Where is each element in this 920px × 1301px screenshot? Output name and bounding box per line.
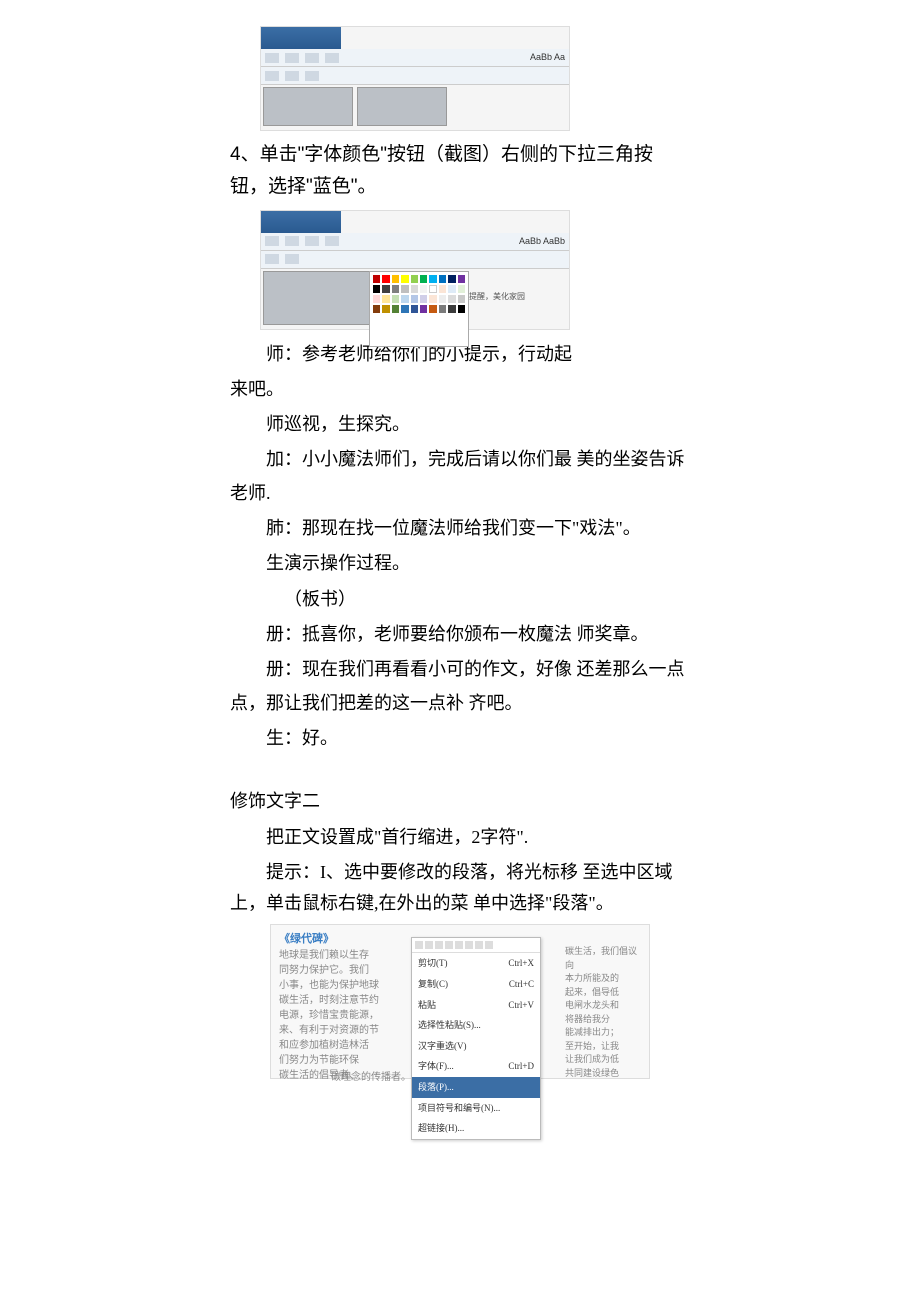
menu-item-paragraph[interactable]: 段落(P)... [412,1077,540,1098]
menu-label: 粘贴 [418,997,436,1014]
menu-item-font[interactable]: 字体(F)... Ctrl+D [412,1056,540,1077]
paragraph: （板书） [230,583,690,616]
menu-label: 超链接(H)... [418,1120,464,1137]
step-4-instruction: 4、单击"字体颜色"按钮（截图）右侧的下拉三角按钮，选择"蓝色"。 [230,139,690,204]
menu-item-cut[interactable]: 剪切(T) Ctrl+X [412,953,540,974]
ribbon-tab [261,211,341,233]
menu-item-hyperlink[interactable]: 超链接(H)... [412,1118,540,1139]
menu-item-copy[interactable]: 复制(C) Ctrl+C [412,974,540,995]
menu-shortcut: Ctrl+X [508,955,534,972]
menu-item-bullets[interactable]: 项目符号和编号(N)... [412,1098,540,1119]
toolbar-row-2 [261,251,569,269]
menu-label: 段落(P)... [418,1079,454,1096]
menu-shortcut: Ctrl+D [508,1058,534,1075]
word-screenshot-3: 《绿代碑》 地球是我们赖以生存 同努力保护它。我们 小事，也能为保护地球 碳生活… [270,924,650,1079]
toolbar-row: AaBb Aa [261,49,569,67]
toolbar-row: AaBb AaBb [261,233,569,251]
word-screenshot-1: AaBb Aa [260,26,570,131]
ss3-doc-title: 《绿代碑》 [279,933,334,945]
paragraph: 肺：那现在找一位魔法师给我们变一下"戏法"。 [230,512,690,545]
ss3-bg-text-right: 碳生活，我们倡议向 本力所能及的 起来，倡导低 电闸水龙头和 将器给我分 能减排… [565,945,645,1080]
menu-shortcut: Ctrl+V [508,997,534,1014]
mini-toolbar [412,938,540,953]
paragraph: 师巡视，生探究。 [230,408,690,441]
context-menu: 剪切(T) Ctrl+X 复制(C) Ctrl+C 粘贴 Ctrl+V 选择性粘… [411,937,541,1140]
styles-label: AaBb Aa [530,49,565,66]
side-preview [449,85,569,128]
toolbar-row-2 [261,67,569,85]
styles-label: AaBb AaBb [519,233,565,250]
paragraph: 生：好。 [230,722,690,755]
menu-item-hanzi[interactable]: 汉字重选(V) [412,1036,540,1057]
paragraph-cont: 来吧。 [230,373,690,406]
section-heading: 修饰文字二 [230,785,690,818]
document-body: AaBb Aa 4、单击"字体颜色"按钮（截图）右侧的下拉三角按钮，选择"蓝色"… [230,26,690,1079]
menu-item-paste[interactable]: 粘贴 Ctrl+V [412,995,540,1016]
menu-label: 项目符号和编号(N)... [418,1100,500,1117]
menu-item-paste-special[interactable]: 选择性粘贴(S)... [412,1015,540,1036]
menu-label: 字体(F)... [418,1058,454,1075]
color-palette [369,271,469,347]
word-screenshot-2: AaBb AaBb 温馨提醒，美化家园 [260,210,570,330]
menu-label: 选择性粘贴(S)... [418,1017,481,1034]
paragraph: 生演示操作过程。 [230,547,690,580]
ribbon-tab [261,27,341,49]
paragraph: 册：抵喜你，老师要给你颁布一枚魔法 师奖章。 [230,618,690,651]
paragraph: 册：现在我们再看看小可的作文，好像 还差那么一点点，那让我们把差的这一点补 齐吧… [230,653,690,720]
section2-intro: 把正文设置成"首行缩进，2字符". [230,822,690,853]
doc-panel-right [357,87,447,126]
section2-hint: 提示：I、选中要修改的段落，将光标移 至选中区域上，单击鼠标右键,在外出的菜 单… [230,857,690,918]
paragraph: 加：小小魔法师们，完成后请以你们最 美的坐姿告诉老师. [230,443,690,510]
doc-panel-left [263,87,353,126]
menu-shortcut: Ctrl+C [509,976,534,993]
menu-label: 复制(C) [418,976,448,993]
menu-label: 剪切(T) [418,955,448,972]
menu-label: 汉字重选(V) [418,1038,467,1055]
